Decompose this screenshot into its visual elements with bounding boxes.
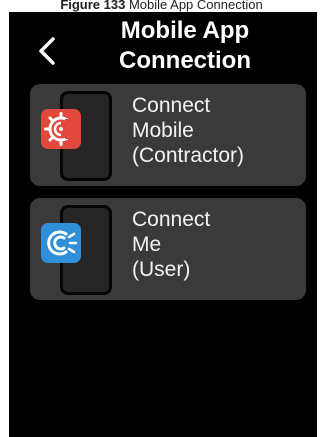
option-label: Connect Mobile (Contractor) <box>132 94 245 167</box>
connect-mobile-contractor-option[interactable]: Connect Mobile (Contractor) <box>30 84 306 186</box>
figure-caption-text: Mobile App Connection <box>128 0 263 12</box>
connect-me-user-option[interactable]: Connect Me (User) <box>30 198 306 300</box>
connect-mobile-app-icon <box>41 109 81 149</box>
option-label: Connect Me (User) <box>132 208 211 281</box>
header: Mobile App Connection <box>9 12 317 80</box>
device-screen: Mobile App Connection Connect Mobile (Co… <box>9 12 317 437</box>
connect-me-app-icon <box>41 223 81 263</box>
back-button[interactable] <box>33 34 61 68</box>
chevron-left-icon <box>39 37 55 65</box>
figure-caption-label: Figure 133 <box>60 0 126 12</box>
page-title: Mobile App Connection <box>119 17 251 74</box>
